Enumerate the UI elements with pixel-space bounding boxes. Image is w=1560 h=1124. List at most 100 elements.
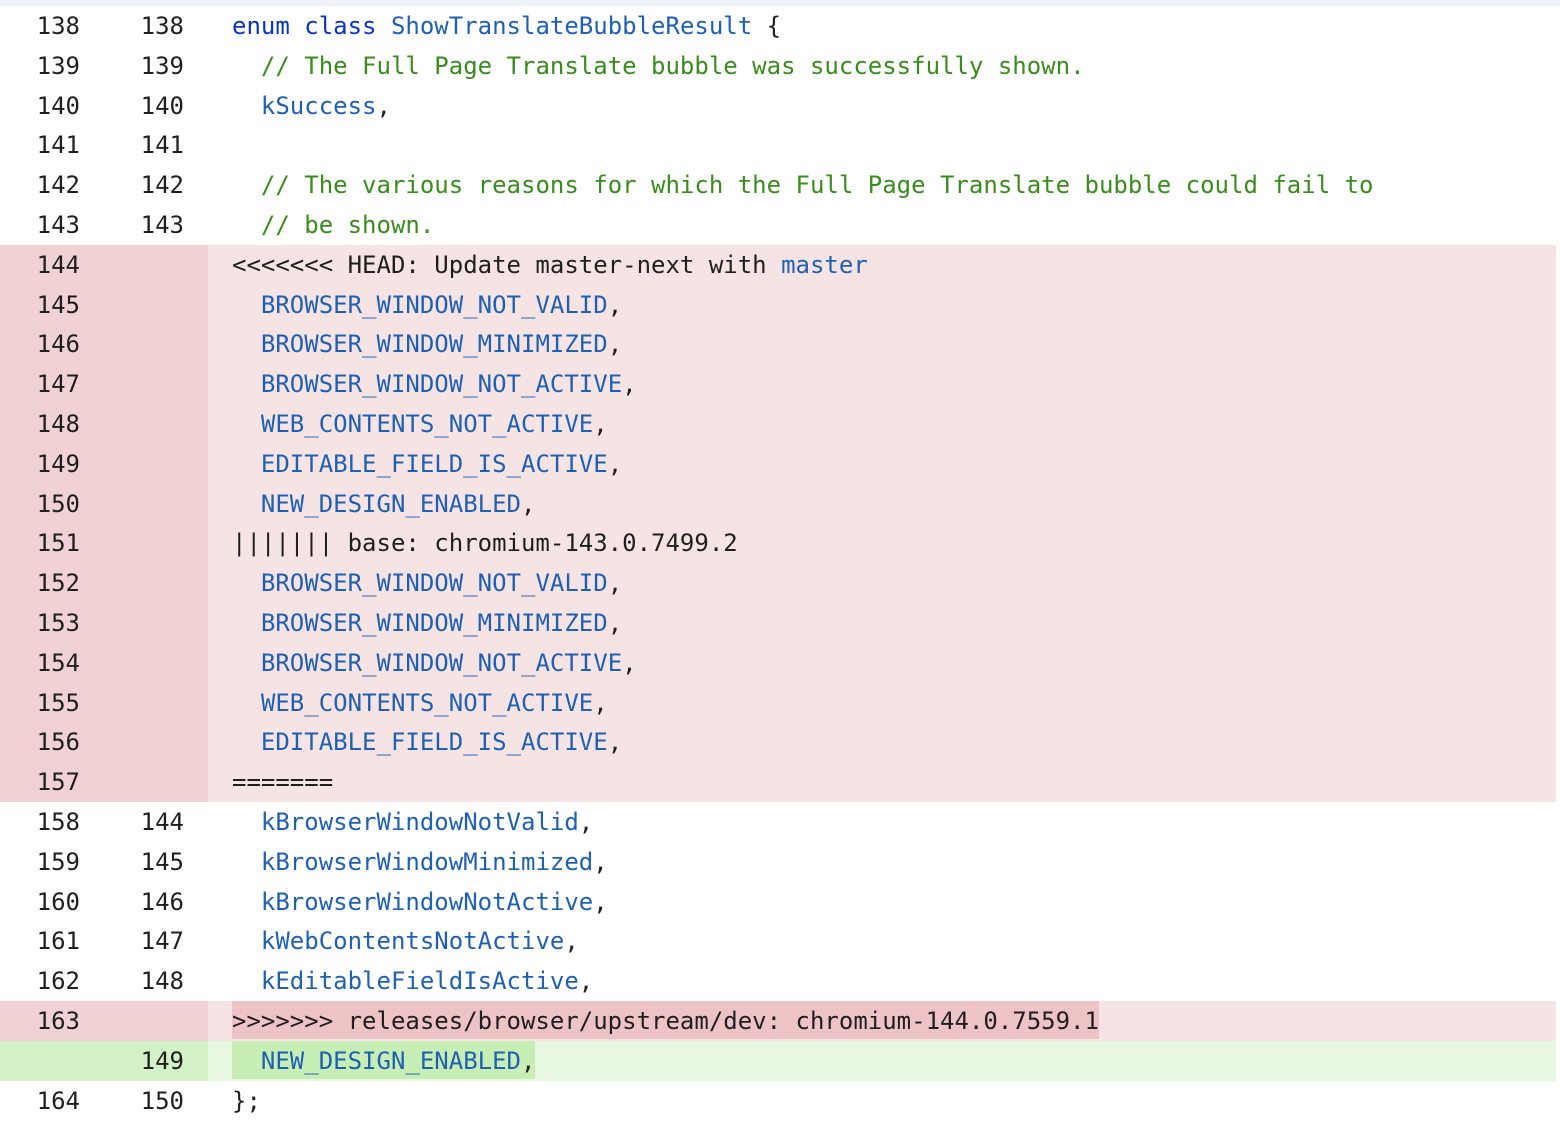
code-plain (232, 689, 261, 717)
new-line-number (104, 642, 208, 683)
code-plain (232, 291, 261, 319)
new-line-number (104, 324, 208, 365)
old-line-number: 146 (0, 324, 104, 365)
code-text: kBrowserWindowNotValid, (208, 802, 593, 842)
code-plain (232, 649, 261, 677)
code-text: kWebContentsNotActive, (208, 921, 579, 961)
code-text: BROWSER_WINDOW_NOT_VALID, (208, 563, 622, 603)
new-line-number: 144 (140, 808, 184, 836)
code-plain (232, 1047, 261, 1075)
code-keyword: class (304, 12, 377, 40)
code-plain: }; (232, 1086, 261, 1115)
code-identifier: NEW_DESIGN_ENABLED (260, 1046, 521, 1075)
code-plain: , (607, 330, 623, 359)
old-line-number: 159 (36, 847, 80, 876)
code-text: kBrowserWindowMinimized, (208, 842, 608, 882)
code-text: EDITABLE_FIELD_IS_ACTIVE, (208, 444, 622, 484)
code-identifier: kBrowserWindowMinimized (260, 847, 594, 876)
old-line-number: 163 (0, 1001, 104, 1041)
code-comment: // The various reasons for which the Ful… (260, 171, 1374, 200)
code-plain (232, 52, 261, 80)
code-plain: , (578, 967, 594, 996)
code-text: WEB_CONTENTS_NOT_ACTIVE, (208, 404, 608, 444)
code-plain: , (607, 449, 623, 478)
new-line-number (104, 404, 208, 444)
code-plain: , (564, 927, 579, 956)
code-identifier: NEW_DESIGN_ENABLED (260, 489, 521, 518)
new-line-number (104, 483, 208, 524)
code-identifier: EDITABLE_FIELD_IS_ACTIVE (260, 728, 608, 757)
code-plain (232, 330, 261, 358)
code-text: }; (208, 1081, 261, 1121)
diff-line-context: 138 138 enum class ShowTranslateBubbleResu… (0, 6, 1556, 46)
code-plain (232, 171, 261, 199)
code-identifier: ShowTranslateBubbleResult (390, 12, 753, 40)
code-text: <<<<<<< HEAD: Update master-next with ma… (208, 245, 868, 285)
old-line-number: 145 (0, 284, 104, 325)
new-line-number: 150 (140, 1086, 184, 1115)
code-text: WEB_CONTENTS_NOT_ACTIVE, (208, 683, 608, 723)
code-plain: , (521, 1046, 536, 1075)
diff-line-context: 139 139 // The Full Page Translate bubble… (0, 46, 1556, 86)
diff-line-removed: 150 NEW_DESIGN_ENABLED, (0, 483, 1556, 524)
new-line-number (104, 244, 208, 285)
code-plain: { (752, 12, 782, 40)
code-text: kEditableFieldIsActive, (208, 961, 593, 1001)
code-identifier: BROWSER_WINDOW_MINIMIZED (260, 330, 608, 359)
code-plain: , (593, 688, 608, 717)
new-line-number: 143 (140, 211, 184, 239)
new-line-number: 139 (140, 51, 184, 80)
code-identifier: EDITABLE_FIELD_IS_ACTIVE (260, 449, 608, 478)
code-identifier: WEB_CONTENTS_NOT_ACTIVE (260, 410, 594, 438)
old-line-number: 150 (0, 483, 104, 524)
diff-line-added: 149 NEW_DESIGN_ENABLED, (0, 1040, 1556, 1081)
code-plain: , (376, 91, 391, 120)
diff-line-context: 142 142 // The various reasons for which … (0, 165, 1556, 205)
diff-line-removed: 156 EDITABLE_FIELD_IS_ACTIVE, (0, 722, 1556, 763)
code-text: BROWSER_WINDOW_MINIMIZED, (208, 603, 622, 643)
code-plain (232, 808, 261, 836)
diff-line-removed: 152 BROWSER_WINDOW_NOT_VALID, (0, 563, 1556, 604)
code-text: NEW_DESIGN_ENABLED, (208, 1040, 536, 1081)
old-line-number: 156 (0, 722, 104, 763)
new-line-number (104, 443, 208, 484)
code-text: BROWSER_WINDOW_NOT_ACTIVE, (208, 364, 637, 404)
old-line-number: 141 (36, 131, 80, 160)
code-plain (232, 490, 261, 518)
code-keyword: enum (232, 12, 290, 40)
diff-line-removed: 157 ======= (0, 762, 1556, 803)
new-line-number (104, 563, 208, 604)
code-plain (232, 848, 261, 876)
code-plain (232, 967, 261, 995)
code-text: ||||||| base: chromium-143.0.7499.2 (208, 523, 738, 563)
old-line-number: 142 (36, 171, 80, 200)
code-text: kBrowserWindowNotActive, (208, 882, 608, 922)
old-line-number (0, 1040, 104, 1081)
code-text: BROWSER_WINDOW_NOT_ACTIVE, (208, 643, 637, 683)
diff-line-removed: 163 >>>>>>> releases/browser/upstream/dev… (0, 1001, 1556, 1041)
code-comment: // be shown. (260, 211, 435, 239)
code-text: BROWSER_WINDOW_MINIMIZED, (208, 324, 622, 364)
code-text: kSuccess, (208, 86, 391, 126)
new-line-number: 147 (140, 927, 184, 956)
code-plain (232, 450, 261, 478)
old-line-number: 164 (36, 1086, 80, 1115)
diff-line-removed: 144 <<<<<<< HEAD: Update master-next with… (0, 244, 1556, 285)
new-line-number (104, 603, 208, 643)
code-plain: ||||||| base: chromium-143.0.7499.2 (232, 529, 738, 558)
diff-line-context: 140 140 kSuccess, (0, 86, 1556, 126)
new-line-number: 141 (140, 131, 184, 160)
diff-line-context: 164 150}; (0, 1081, 1556, 1121)
diff-line-context: 158 144 kBrowserWindowNotValid, (0, 802, 1556, 842)
old-line-number: 147 (0, 364, 104, 405)
changed-span-highlight: NEW_DESIGN_ENABLED, (232, 1040, 536, 1079)
code-plain (377, 12, 391, 40)
new-line-number: 145 (140, 847, 184, 876)
code-plain: >>>>>>> releases/browser/upstream/dev: c… (232, 1007, 1099, 1035)
code-plain: <<<<<<< HEAD: Update master-next with (232, 250, 782, 279)
old-line-number: 143 (36, 211, 80, 239)
old-line-number: 138 (36, 12, 80, 40)
old-line-number: 149 (0, 443, 104, 484)
code-plain (232, 888, 261, 916)
code-identifier: BROWSER_WINDOW_NOT_ACTIVE (260, 370, 623, 399)
